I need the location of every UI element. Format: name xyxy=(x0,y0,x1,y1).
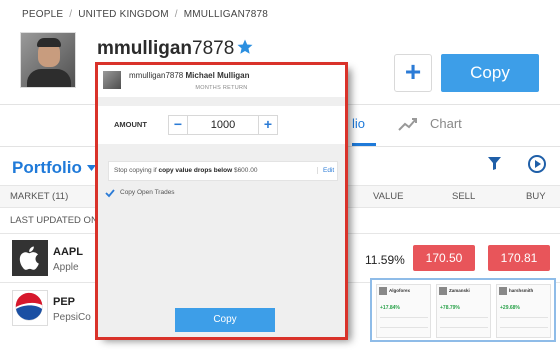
pepsico-logo xyxy=(12,290,48,326)
buy-button[interactable]: 170.81 xyxy=(488,245,550,271)
sell-button[interactable]: 170.50 xyxy=(413,245,475,271)
trader-name: Zamanski xyxy=(449,288,470,293)
tab-chart[interactable]: Chart xyxy=(430,116,462,131)
modal-fullname: Michael Mulligan xyxy=(185,71,250,80)
copy-open-trades-label[interactable]: Copy Open Trades xyxy=(120,189,175,196)
value-percent: 11.59% xyxy=(365,253,405,267)
trader-card[interactable]: Zamanski +78.79% xyxy=(436,284,491,338)
column-market[interactable]: MARKET (11) xyxy=(10,191,68,202)
last-updated: LAST UPDATED ON: 2 xyxy=(10,215,109,226)
avatar xyxy=(20,32,76,88)
breadcrumb-user: MMULLIGAN7878 xyxy=(183,9,269,20)
stop-condition: copy value drops below xyxy=(158,167,233,174)
trader-name: harshsmith xyxy=(509,288,534,293)
ticker[interactable]: PEP xyxy=(53,296,75,308)
modal-copy-button[interactable]: Copy xyxy=(175,308,275,332)
avatar xyxy=(439,287,447,295)
tab-portfolio[interactable]: lio xyxy=(352,116,365,131)
play-icon[interactable] xyxy=(528,155,546,173)
username-number: 7878 xyxy=(192,38,235,59)
stop-loss-row: Stop copying if copy value drops below $… xyxy=(108,161,338,181)
amount-input[interactable]: 1000 xyxy=(188,115,258,135)
trader-gain: +78.79% xyxy=(440,305,460,311)
avatar xyxy=(379,287,387,295)
modal-user: mmulligan7878 Michael Mulligan xyxy=(129,71,250,80)
stop-prefix: Stop copying if xyxy=(114,167,157,174)
edit-stop-loss-link[interactable]: Edit xyxy=(317,167,334,174)
breadcrumb-people[interactable]: PEOPLE xyxy=(22,9,63,20)
company-name: PepsiCo xyxy=(53,312,91,323)
star-icon[interactable] xyxy=(236,38,254,56)
months-return-label: MONTHS RETURN xyxy=(195,85,248,91)
breadcrumb-country[interactable]: UNITED KINGDOM xyxy=(78,9,169,20)
add-to-watchlist-button[interactable]: + xyxy=(394,54,432,92)
breadcrumb-separator: / xyxy=(174,9,178,20)
chart-icon[interactable] xyxy=(398,116,418,132)
trader-card[interactable]: Algoforex +17.84% xyxy=(376,284,431,338)
company-name: Apple xyxy=(53,262,79,273)
modal-header: mmulligan7878 Michael Mulligan MONTHS RE… xyxy=(98,65,345,97)
breadcrumb: PEOPLE / UNITED KINGDOM / MMULLIGAN7878 xyxy=(22,9,268,20)
username-text: mmulligan xyxy=(97,38,193,59)
modal-username: mmulligan7878 xyxy=(129,71,184,80)
trader-name: Algoforex xyxy=(389,288,411,293)
column-sell[interactable]: SELL xyxy=(452,191,475,202)
ticker[interactable]: AAPL xyxy=(53,246,83,258)
increase-amount-button[interactable]: + xyxy=(258,115,278,135)
copy-button[interactable]: Copy xyxy=(441,54,539,92)
stop-loss-text: Stop copying if copy value drops below $… xyxy=(114,167,257,174)
amount-row: AMOUNT − 1000 + xyxy=(98,106,345,144)
portfolio-title[interactable]: Portfolio xyxy=(12,158,82,178)
stop-value: $600.00 xyxy=(233,167,258,174)
amount-label: AMOUNT xyxy=(114,120,147,129)
trader-preview-panel[interactable]: Algoforex +17.84% Zamanski +78.79% harsh… xyxy=(370,278,556,342)
trader-gain: +29.68% xyxy=(500,305,520,311)
avatar xyxy=(499,287,507,295)
checkmark-icon[interactable] xyxy=(105,188,115,198)
page-title: mmulligan7878 xyxy=(97,38,234,60)
copy-modal: mmulligan7878 Michael Mulligan MONTHS RE… xyxy=(95,62,348,340)
decrease-amount-button[interactable]: − xyxy=(168,115,188,135)
trader-card[interactable]: harshsmith +29.68% xyxy=(496,284,551,338)
trader-gain: +17.84% xyxy=(380,305,400,311)
breadcrumb-separator: / xyxy=(69,9,73,20)
column-buy[interactable]: BUY xyxy=(526,191,546,202)
filter-icon[interactable] xyxy=(488,157,501,170)
column-value[interactable]: VALUE xyxy=(373,191,403,202)
apple-logo xyxy=(12,240,48,276)
